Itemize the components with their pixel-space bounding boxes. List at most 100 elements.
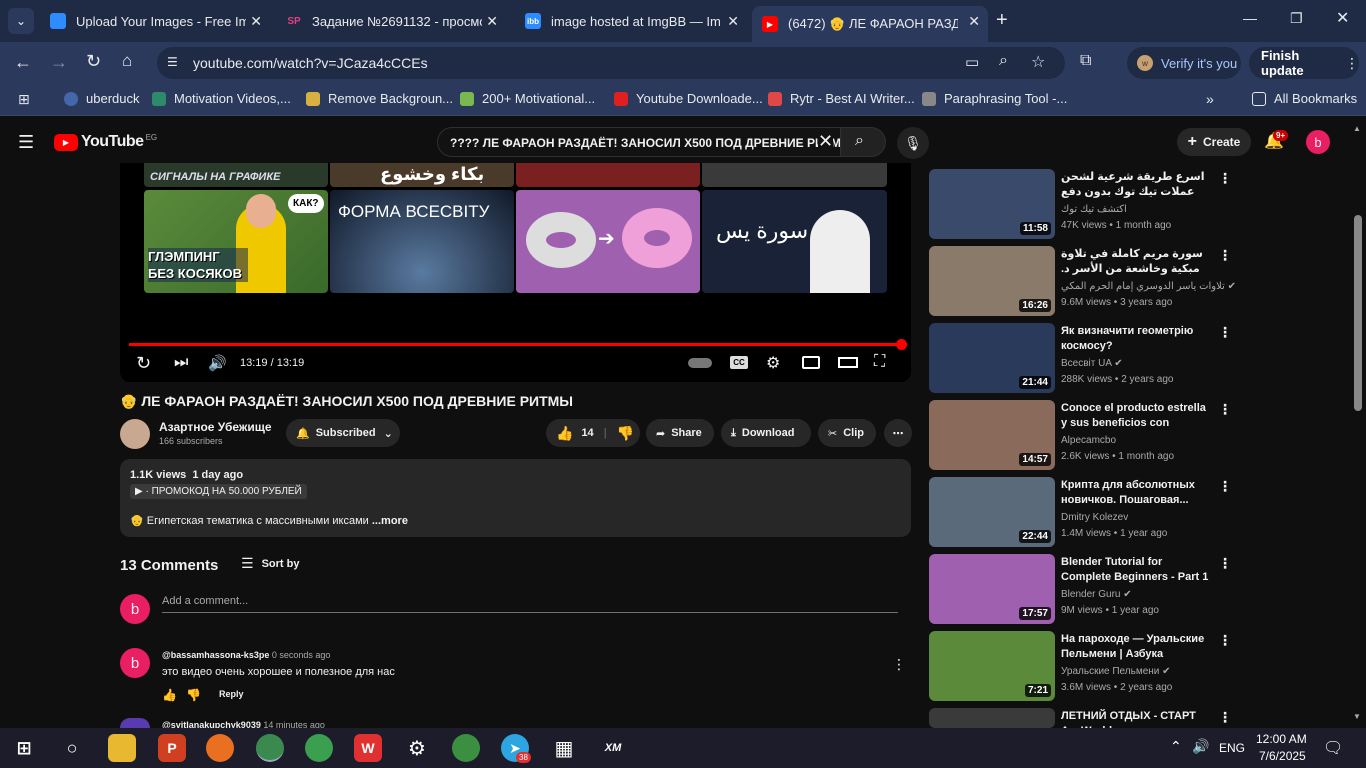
progress-bar[interactable]	[129, 343, 902, 346]
recommended-video-title[interactable]: На пароходе — Уральские Пельмени | Азбук…	[1061, 632, 1211, 662]
more-actions-button[interactable]: ⋯	[884, 419, 912, 447]
channel-name[interactable]: Азартное Убежище	[159, 420, 272, 434]
forward-icon[interactable]: →	[50, 52, 68, 73]
scroll-up-icon[interactable]: ▲	[1353, 124, 1361, 133]
create-button[interactable]: + Create	[1177, 128, 1251, 156]
bookmark-rytr[interactable]: Rytr - Best AI Writer...	[768, 91, 915, 106]
volume-icon[interactable]: 🔊	[208, 354, 227, 372]
recommended-video-thumbnail[interactable]: 14:57	[929, 400, 1055, 470]
video-menu-icon[interactable]: ⋮	[1218, 324, 1232, 341]
download-button[interactable]: ⤓ Download	[721, 419, 811, 447]
video-menu-icon[interactable]: ⋮	[1218, 247, 1232, 264]
page-scrollbar[interactable]	[1354, 215, 1362, 411]
clock-time[interactable]: 12:00 AM	[1256, 732, 1307, 746]
comment-dislike-icon[interactable]: 👎	[186, 688, 201, 702]
bookmark-paraphrasing[interactable]: Paraphrasing Tool -...	[922, 91, 1067, 106]
recommended-video-thumbnail[interactable]: 7:21	[929, 631, 1055, 701]
account-avatar[interactable]: b	[1306, 130, 1330, 154]
video-menu-icon[interactable]: ⋮	[1218, 401, 1232, 418]
bookmark-motivation[interactable]: Motivation Videos,...	[152, 91, 291, 106]
recommended-video-thumbnail[interactable]: 22:44	[929, 477, 1055, 547]
comment-avatar[interactable]	[120, 718, 150, 728]
video-menu-icon[interactable]: ⋮	[1218, 478, 1232, 495]
recommended-video-thumbnail[interactable]: 21:44	[929, 323, 1055, 393]
chrome-alt-icon[interactable]	[452, 734, 480, 762]
search-input[interactable]: ???? ЛЕ ФАРАОН РАЗДАЁТ! ЗАНОСИЛ X500 ПОД…	[437, 127, 841, 157]
close-tab-icon[interactable]: ✕	[727, 13, 739, 30]
progress-scrubber[interactable]	[896, 339, 907, 350]
end-screen-video[interactable]: КАК? ГЛЭМПИНГ БЕЗ КОСЯКОВ	[144, 190, 328, 293]
bookmark-uberduck[interactable]: uberduck	[64, 91, 139, 106]
tab-zadanie[interactable]: SP Задание №2691132 - просмотр ✕	[276, 6, 506, 36]
recommended-video-channel[interactable]: Всесвіт UA ✔	[1061, 358, 1123, 369]
bookmarks-overflow-icon[interactable]: »	[1206, 91, 1214, 107]
replay-icon[interactable]: ↻	[136, 353, 151, 374]
comment-avatar[interactable]: b	[120, 648, 150, 678]
recommended-video-title[interactable]: اسرع طريقة شرعية لشحن عملات تيك توك بدون…	[1061, 170, 1211, 200]
recommended-video-channel[interactable]: Уральские Пельмени ✔	[1061, 666, 1171, 677]
site-info-icon[interactable]: ☰	[167, 55, 178, 69]
search-button[interactable]: ⌕	[840, 127, 886, 157]
show-more-link[interactable]: ...more	[372, 515, 408, 527]
task-search-icon[interactable]: ○	[58, 734, 86, 762]
video-menu-icon[interactable]: ⋮	[1218, 555, 1232, 572]
bookmark-remove-bg[interactable]: Remove Backgroun...	[306, 91, 453, 106]
chrome-icon[interactable]	[305, 734, 333, 762]
chrome-profile-icon[interactable]	[256, 734, 284, 762]
sort-by-button[interactable]: ☰ Sort by	[241, 555, 299, 572]
end-screen-video[interactable]: ➔	[516, 190, 700, 293]
end-screen-video[interactable]: سورة يس	[702, 190, 887, 293]
youtube-logo[interactable]: ▶ YouTube EG	[54, 133, 157, 151]
settings-icon[interactable]: ⚙	[403, 734, 431, 762]
maximize-icon[interactable]: ❐	[1290, 10, 1303, 27]
comment-author[interactable]: @svitlanakupchyk9039	[162, 720, 261, 728]
tray-chevron-icon[interactable]: ⌃	[1170, 738, 1182, 755]
settings-gear-icon[interactable]: ⚙	[766, 353, 780, 373]
autoplay-toggle[interactable]	[688, 358, 712, 368]
clip-button[interactable]: ✂ Clip	[818, 419, 876, 447]
recommended-video-channel[interactable]: Alpecamcbo	[1061, 435, 1116, 446]
zoom-icon[interactable]: ⌕	[999, 52, 1008, 70]
like-icon[interactable]: 👍	[556, 425, 573, 442]
channel-avatar[interactable]	[120, 419, 150, 449]
description-box[interactable]: 1.1K views 1 day ago ▶ · ПРОМОКОД НА 50.…	[120, 459, 911, 537]
clear-search-icon[interactable]: ✕	[818, 131, 834, 152]
close-tab-icon[interactable]: ✕	[250, 13, 262, 30]
recommended-video-title[interactable]: Conoce el producto estrella y sus benefi…	[1061, 401, 1211, 431]
recommended-video-channel[interactable]: Dmitry Kolezev	[1061, 512, 1128, 523]
url-bar[interactable]: ☰ youtube.com/watch?v=JCaza4cCCEs ▭ ⌕ ☆	[157, 47, 1065, 79]
voice-search-button[interactable]: 🎙	[897, 127, 929, 159]
fullscreen-icon[interactable]: ⛶	[874, 353, 885, 371]
back-icon[interactable]: ←	[14, 52, 32, 73]
xm-trading-icon[interactable]: XM	[599, 734, 627, 762]
new-tab-icon[interactable]: +	[996, 9, 1008, 32]
recommended-video-channel[interactable]: اكتشف تيك توك	[1061, 204, 1127, 215]
recommended-video-thumbnail[interactable]: 17:57	[929, 554, 1055, 624]
profile-verify-button[interactable]: w Verify it's you	[1127, 47, 1241, 79]
presentation-app-icon[interactable]: P	[158, 734, 186, 762]
recommended-video-thumbnail[interactable]	[929, 708, 1055, 728]
finish-update-button[interactable]: Finish update ⋮	[1249, 47, 1359, 79]
bookmark-youtube-downloader[interactable]: Youtube Downloade...	[614, 91, 763, 106]
theater-mode-icon[interactable]	[838, 357, 858, 368]
comment-menu-icon[interactable]: ⋮	[892, 656, 906, 673]
add-comment-input[interactable]: Add a comment...	[162, 595, 898, 613]
end-screen-video[interactable]	[702, 163, 887, 187]
firefox-icon[interactable]	[206, 734, 234, 762]
bookmark-200-motivational[interactable]: 200+ Motivational...	[460, 91, 595, 106]
wps-office-icon[interactable]: W	[354, 734, 382, 762]
file-explorer-icon[interactable]	[108, 734, 136, 762]
notification-center-icon[interactable]: 🗨	[1323, 738, 1343, 758]
clock-date[interactable]: 7/6/2025	[1259, 749, 1306, 763]
apps-icon[interactable]: ⊞	[18, 91, 30, 108]
close-tab-icon[interactable]: ✕	[486, 13, 498, 30]
calculator-icon[interactable]: ▦	[550, 734, 578, 762]
video-menu-icon[interactable]: ⋮	[1218, 170, 1232, 187]
all-bookmarks[interactable]: All Bookmarks	[1252, 91, 1357, 106]
subscribed-button[interactable]: 🔔 Subscribed ⌄	[286, 419, 400, 447]
comment-time[interactable]: 14 minutes ago	[263, 720, 325, 728]
recommended-video-title[interactable]: سورة مريم كاملة في تلاوة مبكية وخاشعة من…	[1061, 247, 1211, 277]
close-window-icon[interactable]: ✕	[1336, 8, 1349, 28]
comment-like-icon[interactable]: 👍	[162, 688, 177, 702]
windows-start-icon[interactable]: ⊞	[10, 734, 38, 762]
